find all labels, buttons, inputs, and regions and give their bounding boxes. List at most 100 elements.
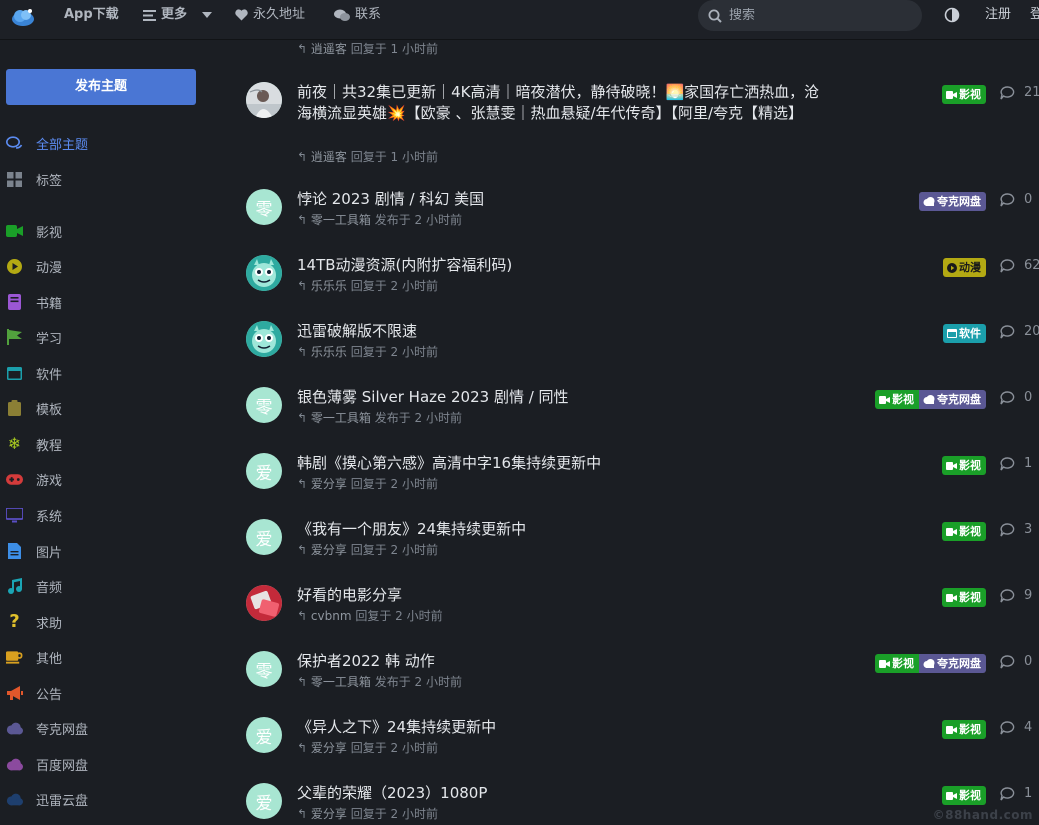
post-topic-button[interactable]: 发布主题: [6, 69, 196, 105]
avatar[interactable]: [246, 321, 282, 357]
reply-count[interactable]: 9: [1000, 588, 1032, 603]
discussion-meta: ↰ 逍遥客 回复于 1 小时前: [297, 148, 438, 165]
search-input[interactable]: [729, 8, 909, 23]
previous-user[interactable]: 逍遥客: [311, 42, 347, 56]
discussion-title[interactable]: 银色薄雾 Silver Haze 2023 剧情 / 同性: [297, 387, 825, 408]
search-icon: [708, 9, 722, 23]
discussion-title[interactable]: 悖论 2023 剧情 / 科幻 美国: [297, 189, 825, 210]
avatar[interactable]: [246, 255, 282, 291]
sidebar-item-4[interactable]: 书籍: [6, 288, 62, 316]
sidebar-item-14[interactable]: 其他: [6, 643, 62, 671]
sidebar-item-1[interactable]: 标签: [6, 165, 62, 193]
tag-badge[interactable]: 影视: [942, 522, 986, 541]
tag-badge[interactable]: 夸克网盘: [919, 390, 986, 409]
theme-toggle-icon[interactable]: [944, 7, 960, 23]
tag-group: 影视 夸克网盘: [875, 654, 986, 673]
sidebar-item-label: 标签: [36, 173, 63, 189]
contact-link[interactable]: 联系: [334, 0, 381, 30]
reply-count[interactable]: 0: [1000, 654, 1032, 669]
reply-count[interactable]: 0: [1000, 390, 1032, 405]
avatar[interactable]: 爱: [246, 453, 282, 489]
discussion-title[interactable]: 14TB动漫资源(内附扩容福利码): [297, 255, 825, 276]
permanent-address-link[interactable]: 永久地址: [235, 0, 305, 30]
reply-count[interactable]: 3: [1000, 522, 1032, 537]
discussion-user[interactable]: 逍遥客: [311, 150, 347, 164]
discussion-user[interactable]: 爱分享: [311, 807, 347, 821]
tag-badge[interactable]: 影视: [875, 654, 919, 673]
login-link[interactable]: 登: [1030, 0, 1039, 30]
reply-count[interactable]: 0: [1000, 192, 1032, 207]
reply-icon: ↰: [297, 279, 308, 293]
avatar[interactable]: 零: [246, 387, 282, 423]
tag-badge[interactable]: 夸克网盘: [919, 654, 986, 673]
app-download-link[interactable]: App下载: [64, 0, 119, 30]
discussion-user[interactable]: 爱分享: [311, 477, 347, 491]
sidebar-item-17[interactable]: 百度网盘: [6, 750, 88, 778]
tag-label: 影视: [959, 88, 981, 101]
discussion-title[interactable]: 好看的电影分享: [297, 585, 825, 606]
register-link[interactable]: 注册: [985, 0, 1011, 30]
discussion-user[interactable]: 爱分享: [311, 543, 347, 557]
reply-count[interactable]: 1: [1000, 786, 1032, 801]
sidebar-item-11[interactable]: 图片: [6, 537, 62, 565]
avatar[interactable]: [246, 82, 282, 118]
sidebar-item-3[interactable]: 动漫: [6, 252, 62, 280]
more-menu[interactable]: 更多: [143, 0, 213, 30]
sidebar-item-label: 迅雷云盘: [36, 793, 89, 809]
sidebar-item-9[interactable]: 游戏: [6, 465, 62, 493]
tag-badge[interactable]: 影视: [942, 456, 986, 475]
search-box[interactable]: [698, 0, 922, 31]
sidebar-item-10[interactable]: 系统: [6, 501, 62, 529]
discussion-user[interactable]: cvbnm: [311, 609, 352, 623]
reply-count[interactable]: 62: [1000, 258, 1039, 273]
tag-badge[interactable]: 影视: [942, 720, 986, 739]
discussion-user[interactable]: 爱分享: [311, 741, 347, 755]
avatar[interactable]: 爱: [246, 717, 282, 753]
sidebar-item-7[interactable]: 模板: [6, 394, 62, 422]
sidebar-item-18[interactable]: 迅雷云盘: [6, 785, 88, 813]
discussion-user[interactable]: 零一工具箱: [311, 213, 371, 227]
logo-icon[interactable]: [10, 6, 36, 28]
discussion-user[interactable]: 乐乐乐: [311, 279, 347, 293]
sidebar-item-6[interactable]: 软件: [6, 359, 62, 387]
reply-count[interactable]: 21: [1000, 85, 1039, 100]
discussion-meta: ↰ cvbnm 回复于 2 小时前: [297, 607, 443, 624]
discussion-title[interactable]: 韩剧《摸心第六感》高清中字16集持续更新中: [297, 453, 825, 474]
discussion-user[interactable]: 零一工具箱: [311, 675, 371, 689]
tag-badge[interactable]: 软件: [943, 324, 986, 343]
sidebar-item-12[interactable]: 音频: [6, 572, 62, 600]
reply-count[interactable]: 4: [1000, 720, 1032, 735]
avatar[interactable]: 爱: [246, 783, 282, 819]
discussion-title[interactable]: 保护者2022 韩 动作: [297, 651, 825, 672]
sidebar-item-16[interactable]: 夸克网盘: [6, 714, 88, 742]
tag-badge[interactable]: 夸克网盘: [919, 192, 986, 211]
reply-count[interactable]: 1: [1000, 456, 1032, 471]
sidebar-item-15[interactable]: 公告: [6, 679, 62, 707]
avatar[interactable]: 爱: [246, 519, 282, 555]
discussion-title[interactable]: 前夜｜共32集已更新｜4K高清｜暗夜潜伏，静待破晓！🌅家国存亡洒热血，沧海横流显…: [297, 82, 825, 124]
sidebar-item-0[interactable]: 全部主题: [6, 129, 88, 157]
discussion-title[interactable]: 迅雷破解版不限速: [297, 321, 825, 342]
discussion-user[interactable]: 乐乐乐: [311, 345, 347, 359]
discussion-time: 回复于 2 小时前: [350, 279, 438, 293]
avatar[interactable]: 零: [246, 651, 282, 687]
reply-icon: ↰: [297, 543, 308, 557]
sidebar-item-2[interactable]: 影视: [6, 217, 62, 245]
discussion-title[interactable]: 《异人之下》24集持续更新中: [297, 717, 825, 738]
discussion-user[interactable]: 零一工具箱: [311, 411, 371, 425]
discussion-title[interactable]: 《我有一个朋友》24集持续更新中: [297, 519, 825, 540]
discussion-title[interactable]: 父辈的荣耀（2023）1080P: [297, 783, 825, 804]
avatar[interactable]: 零: [246, 189, 282, 225]
sidebar-item-label: 书籍: [36, 296, 63, 312]
tag-badge[interactable]: 动漫: [943, 258, 986, 277]
avatar[interactable]: [246, 585, 282, 621]
avatar-letter: 爱: [255, 793, 273, 814]
sidebar-item-13[interactable]: ? 求助: [6, 608, 62, 636]
tag-badge[interactable]: 影视: [875, 390, 919, 409]
reply-count[interactable]: 20: [1000, 324, 1039, 339]
tag-badge[interactable]: 影视: [942, 85, 986, 104]
tag-badge[interactable]: 影视: [942, 786, 986, 805]
sidebar-item-8[interactable]: ❄ 教程: [6, 430, 62, 458]
tag-badge[interactable]: 影视: [942, 588, 986, 607]
sidebar-item-5[interactable]: 学习: [6, 323, 62, 351]
